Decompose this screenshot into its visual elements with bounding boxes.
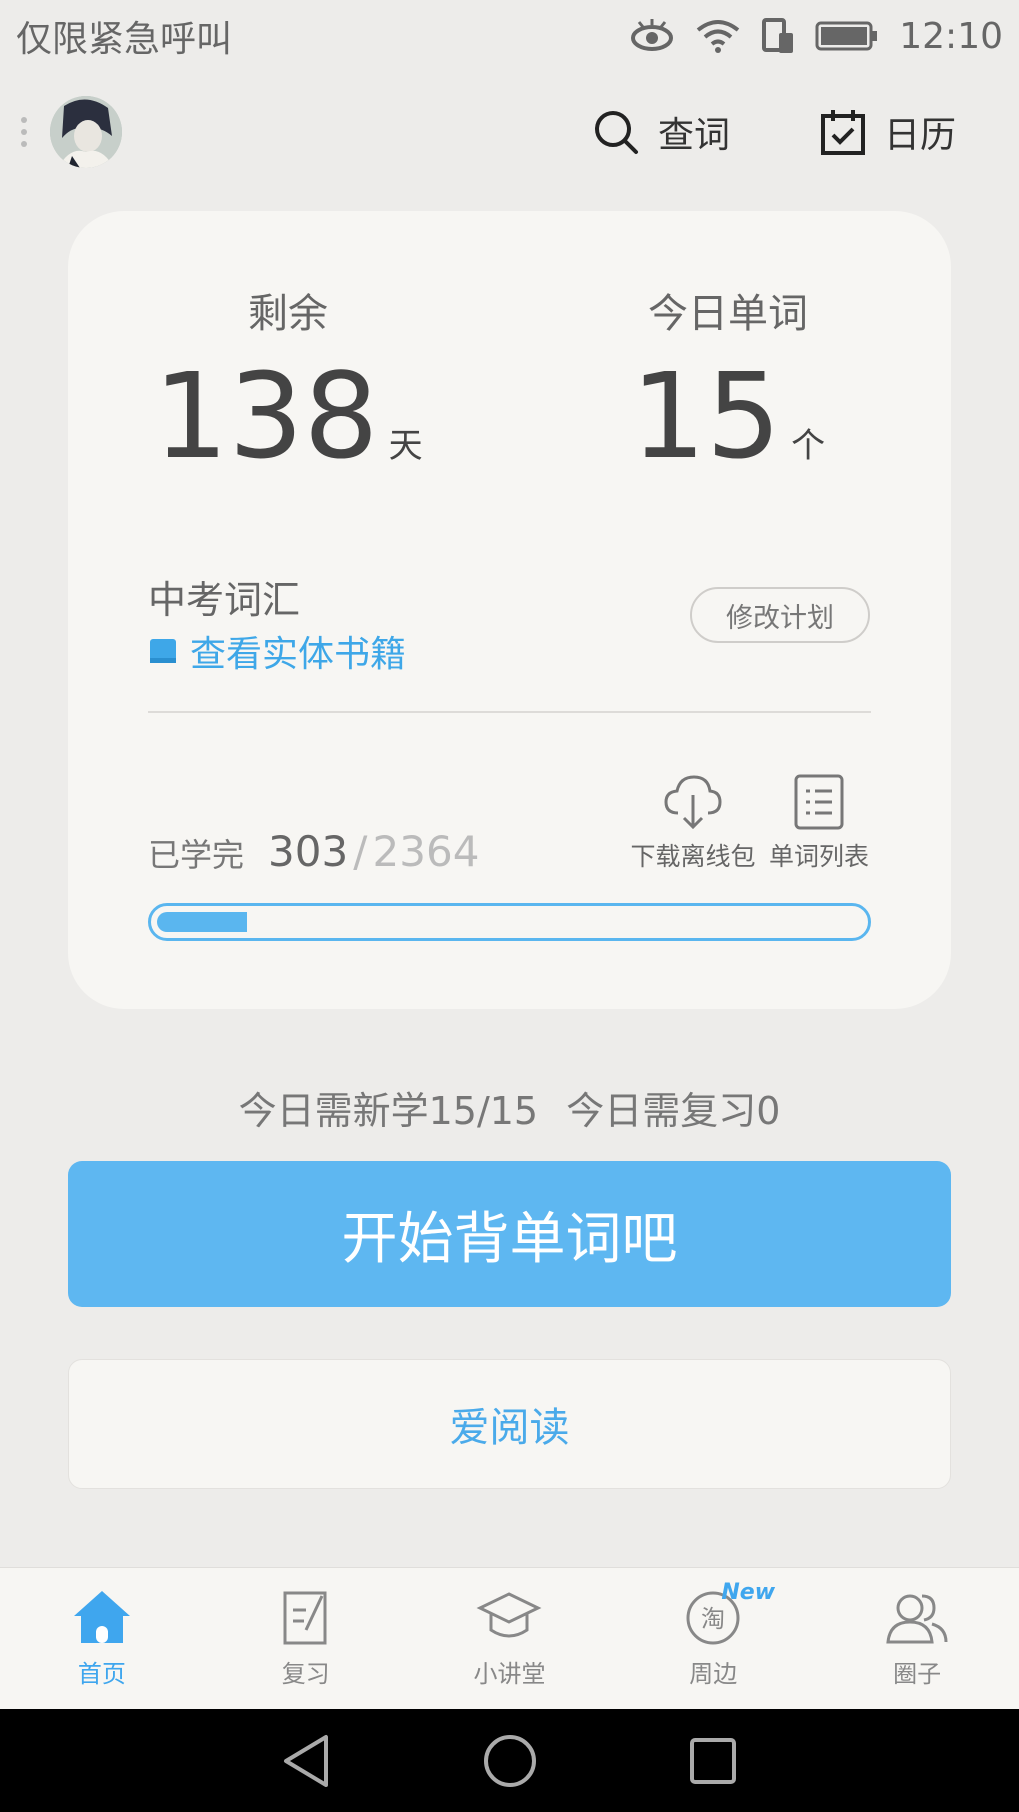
graduation-cap-icon bbox=[477, 1592, 542, 1638]
recents-icon[interactable] bbox=[688, 1736, 738, 1786]
book-title: 中考词汇 bbox=[148, 578, 301, 622]
today-words-unit: 个 bbox=[791, 426, 826, 466]
nav-lecture-label: 小讲堂 bbox=[473, 1660, 546, 1688]
word-list-label: 单词列表 bbox=[768, 842, 869, 871]
plan-card: 剩余 138 天 今日单词 15 个 中考词汇 查看实体书籍 修改计划 已学完 … bbox=[68, 211, 951, 1009]
word-list-button[interactable]: 单词列表 bbox=[764, 773, 874, 873]
nav-circle-label: 圈子 bbox=[893, 1660, 942, 1688]
today-summary: 今日需新学15/15 今日需复习0 bbox=[0, 1080, 1019, 1135]
progress-fill bbox=[157, 912, 247, 932]
learned-separator: / bbox=[353, 827, 368, 876]
calendar-label: 日历 bbox=[884, 115, 957, 156]
back-icon[interactable] bbox=[282, 1733, 332, 1789]
view-book-link[interactable]: 查看实体书籍 bbox=[148, 625, 406, 677]
remaining-unit: 天 bbox=[388, 426, 423, 466]
today-review-text: 今日需复习0 bbox=[566, 1089, 781, 1133]
download-label: 下载离线包 bbox=[630, 842, 756, 871]
divider bbox=[148, 711, 871, 713]
remaining-days-stat: 剩余 138 天 bbox=[153, 281, 422, 475]
learned-progress-text: 已学完 303 / 2364 bbox=[148, 827, 479, 876]
avatar[interactable] bbox=[50, 96, 122, 168]
eye-icon bbox=[631, 19, 674, 51]
nav-home-label: 首页 bbox=[77, 1660, 126, 1688]
today-words-label: 今日单词 bbox=[648, 291, 808, 337]
nav-peripheral[interactable]: New 淘 周边 bbox=[611, 1568, 815, 1709]
home-icon bbox=[73, 1591, 130, 1643]
home-circle-icon[interactable] bbox=[482, 1733, 538, 1789]
header: 查词 日历 bbox=[0, 90, 1019, 174]
calendar-icon bbox=[821, 110, 865, 155]
avatar-image bbox=[50, 96, 122, 168]
wifi-icon bbox=[697, 20, 740, 53]
total-count: 2364 bbox=[372, 827, 480, 876]
sim-icon bbox=[762, 18, 794, 53]
search-label: 查词 bbox=[658, 115, 731, 156]
status-icons: 12:10 bbox=[629, 16, 1003, 57]
calendar-button[interactable]: 日历 bbox=[820, 104, 956, 160]
download-offline-button[interactable]: 下载离线包 bbox=[628, 773, 758, 873]
book-icon bbox=[150, 639, 176, 663]
remaining-value: 138 bbox=[153, 347, 379, 485]
today-new-text: 今日需新学15/15 bbox=[238, 1089, 539, 1133]
cloud-download-icon bbox=[664, 775, 722, 830]
nav-review[interactable]: 复习 bbox=[204, 1568, 408, 1709]
battery-icon bbox=[815, 21, 878, 51]
system-nav-bar bbox=[0, 1709, 1019, 1812]
list-icon bbox=[794, 774, 844, 830]
modify-plan-button[interactable]: 修改计划 bbox=[690, 587, 870, 643]
love-reading-button[interactable]: 爱阅读 bbox=[68, 1359, 951, 1489]
search-word-button[interactable]: 查词 bbox=[592, 104, 730, 160]
nav-home[interactable]: 首页 bbox=[0, 1568, 204, 1709]
learning-progress-bar bbox=[148, 903, 871, 941]
view-book-label: 查看实体书籍 bbox=[190, 634, 407, 675]
carrier-text: 仅限紧急呼叫 bbox=[16, 19, 233, 60]
learned-count: 303 bbox=[268, 827, 349, 876]
today-words-value: 15 bbox=[630, 347, 782, 485]
clock: 12:10 bbox=[899, 15, 1003, 57]
new-badge: New bbox=[721, 1580, 776, 1605]
learned-label: 已学完 bbox=[148, 836, 245, 874]
search-icon bbox=[595, 111, 638, 154]
nav-peripheral-label: 周边 bbox=[689, 1660, 738, 1688]
today-words-stat: 今日单词 15 个 bbox=[628, 281, 828, 475]
review-icon bbox=[283, 1591, 327, 1645]
start-memorizing-button[interactable]: 开始背单词吧 bbox=[68, 1161, 951, 1307]
drawer-handle-icon[interactable] bbox=[20, 116, 28, 148]
people-icon bbox=[886, 1594, 948, 1644]
status-bar: 仅限紧急呼叫 12:10 bbox=[0, 0, 1019, 72]
bottom-nav: 首页 复习 小讲堂 New 淘 周边 圈子 bbox=[0, 1567, 1019, 1709]
nav-circle[interactable]: 圈子 bbox=[815, 1568, 1019, 1709]
remaining-label: 剩余 bbox=[248, 291, 328, 337]
nav-review-label: 复习 bbox=[281, 1660, 330, 1688]
nav-lecture[interactable]: 小讲堂 bbox=[408, 1568, 612, 1709]
svg-text:淘: 淘 bbox=[701, 1605, 725, 1633]
